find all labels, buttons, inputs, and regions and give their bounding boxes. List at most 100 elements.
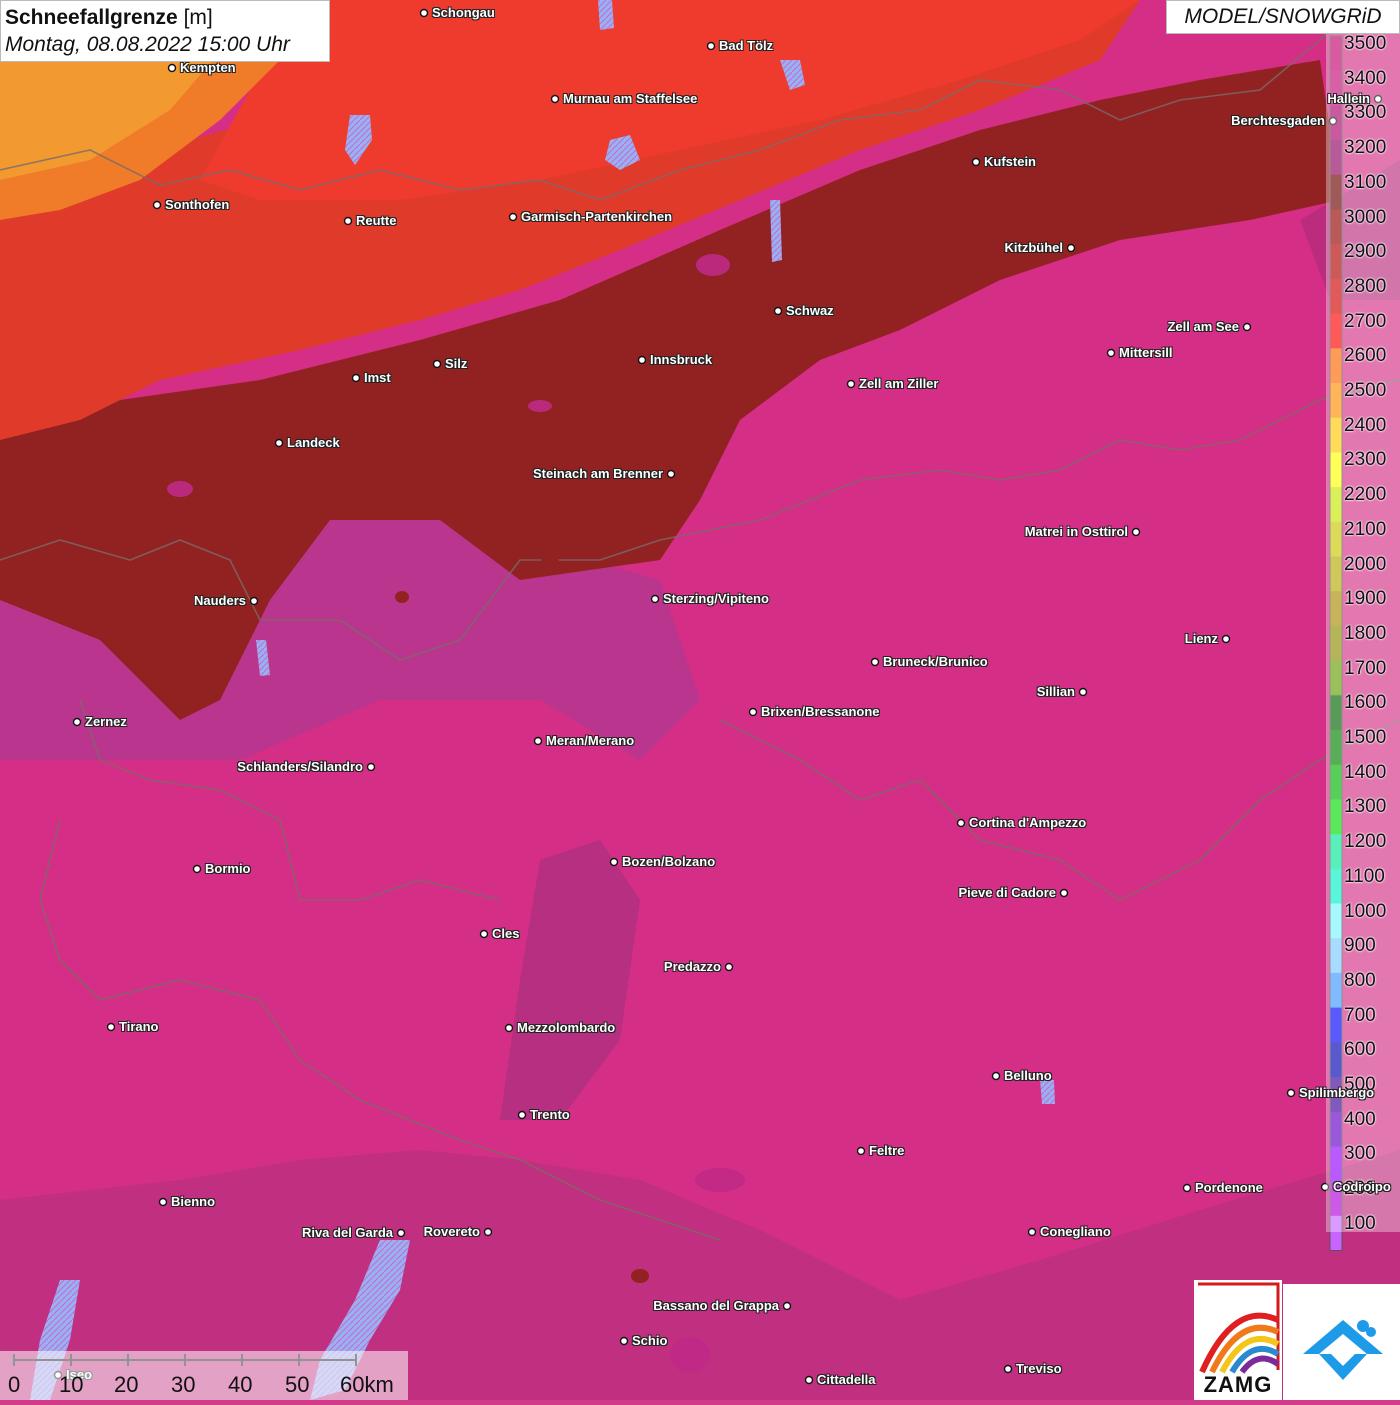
- city-marker: [158, 1197, 168, 1207]
- city-marker: [106, 1022, 116, 1032]
- city-marker: [167, 63, 177, 73]
- legend-label: 2700: [1344, 310, 1387, 332]
- city-label: Zernez: [85, 714, 127, 729]
- city-label: Schio: [632, 1333, 668, 1348]
- city-label: Kufstein: [984, 154, 1036, 169]
- city-label: Lienz: [1184, 631, 1218, 646]
- city-marker: [1078, 687, 1088, 697]
- city-marker: [483, 1227, 493, 1237]
- model-label: MODEL/SNOWGRiD: [1166, 0, 1400, 34]
- scale-tick-label: 30: [171, 1372, 196, 1397]
- city-label: Cles: [492, 926, 520, 941]
- legend-label: 600: [1344, 1039, 1376, 1061]
- map-title: Schneefallgrenze [m]: [5, 5, 325, 31]
- scale-tick-label: 60km: [340, 1372, 394, 1397]
- legend-label: 1300: [1344, 796, 1387, 818]
- city-label: Steinach am Brenner: [532, 466, 663, 481]
- legend-label: 700: [1344, 1004, 1376, 1026]
- scale-tick-label: 0: [8, 1372, 21, 1397]
- city-marker: [366, 762, 376, 772]
- city-label: Zell am Ziller: [859, 376, 939, 391]
- city-marker: [152, 200, 162, 210]
- city-marker: [351, 373, 361, 383]
- city-marker: [419, 8, 429, 18]
- city-label: Predazzo: [663, 959, 721, 974]
- zamg-logo: ZAMG: [1194, 1280, 1282, 1400]
- city-marker: [706, 41, 716, 51]
- city-marker: [956, 818, 966, 828]
- city-label: Murnau am Staffelsee: [563, 91, 698, 106]
- city-label: Landeck: [287, 435, 340, 450]
- city-label: Brixen/Bressanone: [761, 704, 880, 719]
- legend-label: 800: [1344, 969, 1376, 991]
- city-marker: [550, 94, 560, 104]
- scale-tick-label: 50: [285, 1372, 310, 1397]
- city-marker: [1027, 1227, 1037, 1237]
- city-label: Rovereto: [423, 1224, 480, 1239]
- city-label: Cittadella: [817, 1372, 876, 1387]
- city-label: Meran/Merano: [546, 733, 635, 748]
- city-label: Feltre: [869, 1143, 905, 1158]
- city-marker: [1286, 1088, 1296, 1098]
- scale-tick-label: 20: [114, 1372, 139, 1397]
- legend-label: 2400: [1344, 414, 1387, 436]
- city-marker: [343, 216, 353, 226]
- city-label: Schlanders/Silandro: [237, 759, 363, 774]
- city-label: Hallein: [1327, 91, 1370, 106]
- city-marker: [1182, 1183, 1192, 1193]
- legend-label: 2200: [1344, 484, 1387, 506]
- city-label: Sillian: [1036, 684, 1075, 699]
- legend-label: 300: [1344, 1143, 1376, 1165]
- city-marker: [533, 736, 543, 746]
- city-marker: [72, 717, 82, 727]
- city-label: Codroipo: [1333, 1179, 1391, 1194]
- city-label: Cortina d'Ampezzo: [969, 815, 1087, 830]
- legend-label: 3100: [1344, 171, 1387, 193]
- city-label: Zell am See: [1167, 319, 1239, 334]
- snowgrid-logo: [1283, 1284, 1400, 1400]
- city-label: Bassano del Grappa: [653, 1298, 779, 1313]
- legend-label: 2100: [1344, 518, 1387, 540]
- city-label: Schwaz: [786, 303, 834, 318]
- scale-tick-label: 40: [228, 1372, 253, 1397]
- legend-label: 1400: [1344, 761, 1387, 783]
- city-label: Schongau: [432, 5, 495, 20]
- city-marker: [1131, 527, 1141, 537]
- city-label: Garmisch-Partenkirchen: [521, 209, 673, 224]
- city-marker: [192, 864, 202, 874]
- city-marker: [748, 707, 758, 717]
- city-marker: [508, 212, 518, 222]
- legend-label: 3400: [1344, 67, 1387, 89]
- city-label: Reutte: [356, 213, 397, 228]
- city-label: Pieve di Cadore: [958, 885, 1056, 900]
- legend-label: 1100: [1344, 865, 1385, 887]
- city-label: Conegliano: [1040, 1224, 1111, 1239]
- city-marker: [1221, 634, 1231, 644]
- city-marker: [773, 306, 783, 316]
- city-label: Bruneck/Brunico: [883, 654, 988, 669]
- city-marker: [479, 929, 489, 939]
- legend-label: 3000: [1344, 206, 1387, 228]
- city-label: Sonthofen: [165, 197, 230, 212]
- title-unit: [m]: [183, 6, 213, 29]
- city-marker: [666, 469, 676, 479]
- city-label: Innsbruck: [650, 352, 713, 367]
- city-label: Matrei in Osttirol: [1024, 524, 1128, 539]
- city-marker: [846, 379, 856, 389]
- city-label: Mezzolombardo: [517, 1020, 616, 1035]
- snow-arrow-icon: [1303, 1320, 1383, 1380]
- rainbow-icon: [1198, 1282, 1280, 1374]
- city-marker: [724, 962, 734, 972]
- city-label: Sterzing/Vipiteno: [663, 591, 769, 606]
- city-marker: [1003, 1364, 1013, 1374]
- legend-label: 2800: [1344, 275, 1387, 297]
- legend-label: 100: [1344, 1212, 1376, 1234]
- city-marker: [517, 1110, 527, 1120]
- city-label: Treviso: [1016, 1361, 1062, 1376]
- city-marker: [782, 1301, 792, 1311]
- city-marker: [637, 355, 647, 365]
- city-marker: [971, 157, 981, 167]
- city-label: Bozen/Bolzano: [622, 854, 716, 869]
- map-datetime: Montag, 08.08.2022 15:00 Uhr: [5, 33, 290, 56]
- map-title-box: Schneefallgrenze [m] Montag, 08.08.2022 …: [0, 0, 330, 62]
